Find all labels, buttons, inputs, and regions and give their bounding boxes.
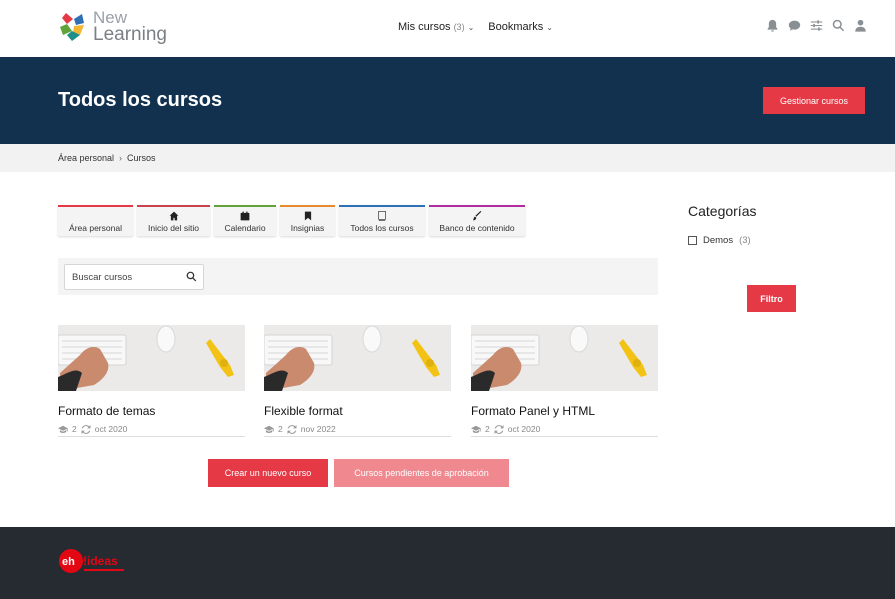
- top-icon-group: [766, 19, 867, 32]
- bookmark-icon: [304, 211, 311, 220]
- nav-bookmarks[interactable]: Bookmarks ⌄: [488, 21, 553, 33]
- category-item-demos[interactable]: Demos (3): [688, 235, 751, 246]
- book-icon: [378, 210, 386, 221]
- category-count: (3): [739, 235, 751, 246]
- tile-label: Calendario: [224, 222, 266, 233]
- tile-dashboard[interactable]: Área personal: [58, 205, 133, 236]
- course-image[interactable]: [58, 325, 245, 391]
- logo-line-learning: Learning: [93, 24, 167, 46]
- footer: eh !ideas: [0, 527, 895, 599]
- search-input[interactable]: [65, 265, 175, 289]
- course-students: 2: [278, 424, 283, 434]
- course-search-bar: [58, 258, 658, 295]
- course-students: 2: [72, 424, 77, 434]
- search-submit-icon[interactable]: [186, 271, 197, 282]
- course-image[interactable]: [264, 325, 451, 391]
- sliders-icon[interactable]: [810, 19, 823, 32]
- breadcrumb: Área personal › Cursos: [58, 153, 156, 163]
- breadcrumb-item-courses[interactable]: Cursos: [127, 153, 156, 163]
- tile-badges[interactable]: Insignias: [280, 205, 335, 236]
- nav-bookmarks-label: Bookmarks: [488, 21, 544, 33]
- tile-label: Banco de contenido: [439, 222, 515, 233]
- tile-label: Inicio del sitio: [147, 222, 200, 233]
- categories-heading: Categorías: [688, 203, 757, 219]
- breadcrumb-item-dashboard[interactable]: Área personal: [58, 153, 114, 163]
- chevron-down-icon: ⌄: [546, 22, 553, 32]
- course-meta: 2 oct 2020: [471, 424, 658, 437]
- tile-site-home[interactable]: Inicio del sitio: [137, 205, 210, 236]
- svg-text:!ideas: !ideas: [83, 554, 118, 568]
- tile-content-bank[interactable]: Banco de contenido: [429, 205, 525, 236]
- manage-courses-button[interactable]: Gestionar cursos: [763, 87, 865, 114]
- tile-label: Todos los cursos: [350, 222, 414, 233]
- nav-my-courses-label: Mis cursos: [398, 21, 451, 33]
- chevron-down-icon: ⌄: [467, 22, 475, 32]
- refresh-icon: [81, 424, 91, 434]
- category-checkbox[interactable]: [688, 236, 697, 245]
- course-date: oct 2020: [507, 424, 541, 434]
- graduation-cap-icon: [471, 425, 481, 433]
- logo-mark-icon: [60, 13, 84, 41]
- page-header: Todos los cursos Gestionar cursos: [0, 57, 895, 144]
- course-title[interactable]: Formato Panel y HTML: [471, 404, 658, 418]
- course-card: Flexible format 2 nov 2022: [264, 325, 451, 437]
- page-title: Todos los cursos: [58, 89, 223, 111]
- refresh-icon: [287, 424, 297, 434]
- breadcrumb-separator: ›: [119, 153, 123, 163]
- course-date: oct 2020: [94, 424, 128, 434]
- course-students: 2: [485, 424, 490, 434]
- chat-icon[interactable]: [788, 19, 801, 32]
- search-box: [64, 264, 204, 290]
- graduation-cap-icon: [58, 425, 68, 433]
- course-title[interactable]: Flexible format: [264, 404, 451, 418]
- category-label: Demos: [703, 235, 734, 246]
- pending-courses-button[interactable]: Cursos pendientes de aprobación: [334, 459, 509, 487]
- user-icon[interactable]: [854, 19, 867, 32]
- site-logo[interactable]: New Learning: [58, 9, 167, 45]
- graduation-cap-icon: [264, 425, 274, 433]
- quick-links: Área personal Inicio del sitio Calendari…: [58, 205, 525, 236]
- brush-icon: [472, 210, 482, 220]
- tile-label: Insignias: [290, 222, 325, 233]
- course-card: Formato de temas 2 oct 2020: [58, 325, 245, 437]
- course-image-keyboard: [264, 325, 451, 391]
- home-icon: [169, 211, 178, 220]
- course-image-keyboard: [471, 325, 658, 391]
- logo-wordmark: New Learning: [93, 9, 167, 46]
- refresh-icon: [494, 424, 504, 434]
- footer-logo[interactable]: eh !ideas: [58, 548, 128, 576]
- course-title[interactable]: Formato de temas: [58, 404, 245, 418]
- course-meta: 2 oct 2020: [58, 424, 245, 437]
- calendar-icon: [240, 211, 250, 220]
- course-card: Formato Panel y HTML 2 oct 2020: [471, 325, 658, 437]
- bell-icon[interactable]: [766, 19, 779, 32]
- course-image[interactable]: [471, 325, 658, 391]
- main-nav: Mis cursos (3) ⌄ Bookmarks ⌄: [398, 21, 553, 33]
- tile-calendar[interactable]: Calendario: [214, 205, 276, 236]
- course-meta: 2 nov 2022: [264, 424, 451, 437]
- nav-my-courses-count: (3): [453, 22, 465, 32]
- top-navbar: New Learning Mis cursos (3) ⌄ Bookmarks …: [0, 0, 895, 57]
- tile-label: Área personal: [69, 222, 122, 233]
- svg-text:eh: eh: [62, 556, 75, 568]
- nav-my-courses[interactable]: Mis cursos (3) ⌄: [398, 21, 474, 33]
- course-date: nov 2022: [300, 424, 336, 434]
- breadcrumb-bar: Área personal › Cursos: [0, 144, 895, 172]
- course-image-keyboard: [58, 325, 245, 391]
- tile-all-courses[interactable]: Todos los cursos: [339, 205, 425, 236]
- create-course-button[interactable]: Crear un nuevo curso: [208, 459, 328, 487]
- filter-button[interactable]: Filtro: [747, 285, 796, 312]
- search-icon[interactable]: [832, 19, 845, 32]
